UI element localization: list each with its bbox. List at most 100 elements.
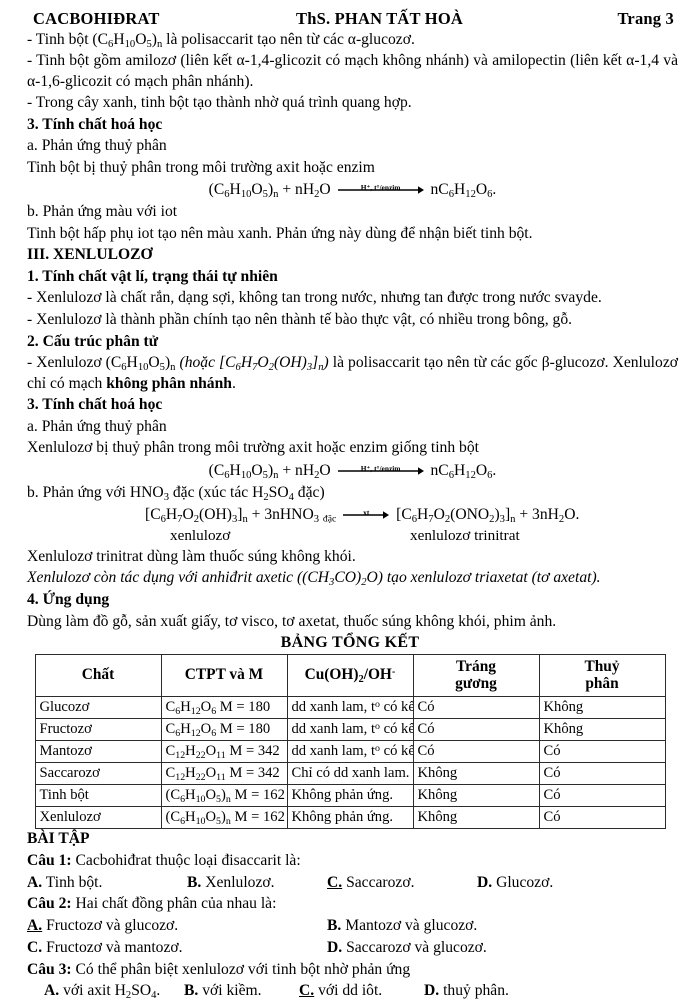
table-header-silver-mirror: Tráng gương [412, 653, 540, 697]
cellulose-physical-2: - Xenlulozơ là thành phần chính tạo nên … [27, 311, 573, 329]
starch-line-1: - Tinh bột (C6H10O5)n là polisaccarit tạ… [27, 30, 415, 50]
question-3-stem: Câu 3: Có thể phân biệt xenlulozơ với ti… [27, 960, 411, 978]
reaction-arrow-icon: H⁺, t°/enzim [337, 463, 424, 476]
table-row: Fructozơ C6H12O6 M = 180 dd xanh lam, to… [34, 717, 666, 741]
page-header: CACBOHIĐRAT ThS. PHAN TẤT HOÀ Trang 3 [0, 0, 700, 29]
answer-3a: A. với axit H2SO4. [44, 982, 161, 1002]
cell-formula: C6H12O6 M = 180 [160, 695, 288, 719]
cell-formula: (C6H10O5)n M = 162 [160, 783, 288, 807]
cell-substance: Saccarozơ [34, 761, 162, 785]
cell-silver-mirror: Có [412, 695, 540, 719]
answer-3d: D. thuỷ phân. [424, 982, 509, 1000]
starch-iodine-text: Tinh bột hấp phụ iot tạo nên màu xanh. P… [27, 224, 533, 242]
table-header-cuoh2: Cu(OH)2/OH- [286, 653, 414, 697]
cellulose-subheading-hydrolysis: a. Phản ứng thuỷ phân [27, 417, 167, 435]
cell-reaction: dd xanh lam, to có kết tủa đỏ gạch. [286, 695, 414, 719]
table-header-hydrolysis: Thuỷ phân [538, 653, 666, 697]
cell-formula: C12H22O11 M = 342 [160, 761, 288, 785]
author-name: ThS. PHAN TẤT HOÀ [296, 9, 463, 28]
cellulose-applications-text: Dùng làm đồ gỗ, sản xuất giấy, tơ visco,… [27, 612, 557, 630]
cellulose-structure-text: - Xenlulozơ (C6H10O5)n (hoặc [C6H7O2(OH)… [27, 354, 678, 392]
caption-reactant: xenlulozơ [170, 527, 231, 545]
starch-line-2: - Tinh bột gồm amilozơ (liên kết α-1,4-g… [27, 52, 678, 90]
exercises-title: BÀI TẬP [27, 830, 90, 848]
summary-table: Chất CTPT và M Cu(OH)2/OH- Tráng gương Th… [34, 653, 666, 829]
answer-2c: C. Fructozơ và mantozơ. [27, 938, 183, 956]
question-3-answers: A. với axit H2SO4. B. với kiềm. C. với d… [27, 981, 678, 1002]
cell-substance: Mantozơ [34, 739, 162, 763]
document-title: CACBOHIĐRAT [33, 9, 160, 28]
table-row: Mantozơ C12H22O11 M = 342 dd xanh lam, t… [34, 739, 666, 763]
reaction-arrow-label: H⁺, t°/enzim [360, 183, 401, 193]
table-row: Saccarozơ C12H22O11 M = 342 Chỉ có dd xa… [34, 761, 666, 785]
cellulose-physical-1: - Xenlulozơ là chất rắn, dạng sợi, không… [27, 289, 602, 307]
table-row: Glucozơ C6H12O6 M = 180 dd xanh lam, to … [34, 695, 666, 719]
cell-silver-mirror: Có [412, 717, 540, 741]
starch-heading-chemical-properties: 3. Tính chất hoá học [27, 115, 163, 133]
starch-subheading-hydrolysis: a. Phản ứng thuỷ phân [27, 137, 167, 155]
cell-substance: Glucozơ [34, 695, 162, 719]
cellulose-subheading-nitration: b. Phản ứng với HNO3 đặc (xúc tác H2SO4 … [27, 483, 325, 503]
question-2-answers-row2: C. Fructozơ và mantozơ. D. Saccarozơ và … [27, 937, 678, 959]
cell-silver-mirror: Không [412, 783, 540, 807]
cellulose-nitration-equation: [C6H7O2(OH)3]n + 3nHNO3 đặc xt [C6H7O2(O… [145, 505, 580, 525]
question-2-stem: Câu 2: Hai chất đồng phân của nhau là: [27, 895, 277, 913]
page-number: Trang 3 [617, 9, 674, 28]
nitration-captions: xenlulozơ xenlulozơ trinitrat [27, 526, 678, 546]
cell-substance: Tinh bột [34, 783, 162, 807]
answer-1a: A. Tinh bột. [27, 873, 103, 891]
cell-hydrolysis: Có [538, 805, 666, 829]
cell-hydrolysis: Không [538, 695, 666, 719]
cellulose-hydrolysis-text: Xenlulozơ bị thuỷ phân trong môi trường … [27, 439, 479, 457]
cell-hydrolysis: Có [538, 761, 666, 785]
cell-silver-mirror: Không [412, 805, 540, 829]
question-1-stem: Câu 1: Cacbohiđrat thuộc loại đisaccarit… [27, 851, 301, 869]
question-2-answers-row1: A. Fructozơ và glucozơ. B. Mantozơ và gl… [27, 916, 678, 938]
cell-hydrolysis: Có [538, 739, 666, 763]
cell-hydrolysis: Không [538, 717, 666, 741]
question-1-answers: A. Tinh bột. B. Xenlulozơ. C. Saccarozơ.… [27, 872, 678, 894]
cell-reaction: Chỉ có dd xanh lam. [286, 761, 414, 785]
answer-3b: B. với kiềm. [184, 982, 262, 1000]
exercises-section: BÀI TẬP Câu 1: Cacbohiđrat thuộc loại đi… [0, 829, 700, 1002]
cell-reaction: dd xanh lam, to có kết tủa đỏ gạch. [286, 717, 414, 741]
cell-formula: C6H12O6 M = 180 [160, 717, 288, 741]
answer-2a: A. Fructozơ và glucozơ. [27, 917, 179, 935]
reaction-arrow-icon: H⁺, t°/enzim [337, 183, 424, 195]
cell-reaction: dd xanh lam, to có kết tủa đỏ gạch. [286, 739, 414, 763]
answer-1c: C. Saccarozơ. [327, 873, 415, 891]
cell-substance: Fructozơ [34, 717, 162, 741]
cellulose-heading-structure: 2. Cấu trúc phân tử [27, 332, 159, 350]
table-header-row: Chất CTPT và M Cu(OH)2/OH- Tráng gương Th… [34, 653, 666, 697]
cell-silver-mirror: Không [412, 761, 540, 785]
reaction-arrow-label: xt [363, 507, 370, 517]
answer-2b: B. Mantozơ và glucozơ. [327, 917, 478, 935]
starch-section: - Tinh bột (C6H10O5)n là polisaccarit tạ… [0, 29, 700, 245]
table-header-formula: CTPT và M [160, 653, 288, 697]
cell-hydrolysis: Có [538, 783, 666, 807]
starch-line-3: - Trong cây xanh, tinh bột tạo thành nhờ… [27, 94, 412, 112]
caption-product: xenlulozơ trinitrat [410, 527, 520, 545]
cell-silver-mirror: Có [412, 739, 540, 763]
answer-3c: C. với dd iôt. [299, 982, 383, 1000]
reaction-arrow-label: H⁺, t°/enzim [360, 463, 401, 473]
cell-substance: Xenlulozơ [34, 805, 162, 829]
cell-reaction: Không phản ứng. [286, 805, 414, 829]
acetic-anhydride-note: Xenlulozơ còn tác dụng với anhiđrit axet… [27, 569, 601, 589]
cell-formula: C12H22O11 M = 342 [160, 739, 288, 763]
answer-1d: D. Glucozơ. [477, 873, 554, 891]
table-header-substance: Chất [34, 653, 162, 697]
cellulose-section: III. XENLULOZƠ 1. Tính chất vật lí, trạn… [0, 245, 700, 633]
table-row: Tinh bột (C6H10O5)n M = 162 Không phản ứ… [34, 783, 666, 807]
cellulose-heading-applications: 4. Ứng dụng [27, 590, 110, 608]
answer-2d: D. Saccarozơ và glucozơ. [327, 938, 487, 956]
starch-hydrolysis-text: Tinh bột bị thuỷ phân trong môi trường a… [27, 158, 375, 176]
cellulose-hydrolysis-equation: (C6H10O5)n + nH2O H⁺, t°/enzim nC6H12O6. [208, 461, 497, 481]
cellulose-heading-physical: 1. Tính chất vật lí, trạng thái tự nhiên [27, 267, 278, 285]
reaction-arrow-icon: xt [343, 507, 390, 520]
table-title: BẢNG TỔNG KẾT [280, 633, 420, 651]
table-row: Xenlulozơ (C6H10O5)n M = 162 Không phản … [34, 805, 666, 829]
cellulose-roman-heading: III. XENLULOZƠ [27, 246, 153, 264]
cell-formula: (C6H10O5)n M = 162 [160, 805, 288, 829]
cellulose-alt-formula: (hoặc [C6H7O2(OH)3]n) [179, 354, 329, 374]
